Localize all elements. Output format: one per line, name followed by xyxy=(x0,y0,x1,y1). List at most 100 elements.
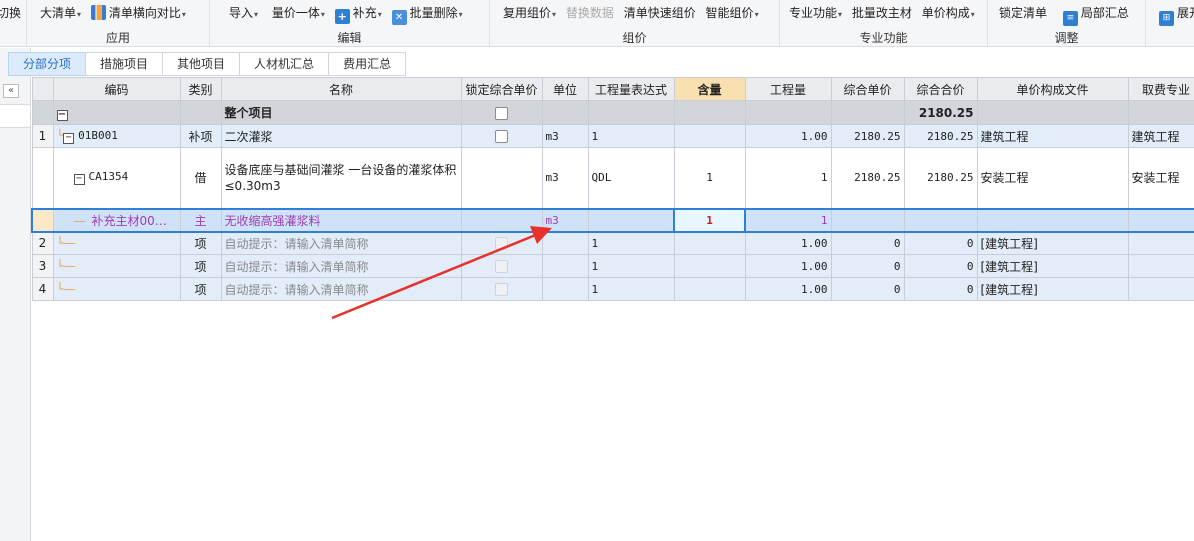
cell-type[interactable]: 项 xyxy=(179,277,222,301)
cell-expression[interactable]: 1 xyxy=(587,231,675,255)
collapse-node-icon[interactable]: − xyxy=(63,132,75,144)
table-row[interactable]: 4 └— 项 自动提示：请输入清单简称 1 1.00 0 0 [建筑工程] xyxy=(31,277,1194,301)
cell-unit[interactable] xyxy=(541,254,589,278)
lock-price-checkbox[interactable] xyxy=(495,106,508,120)
table-row[interactable]: − CA1354 借 设备底座与基础间灌浆 一台设备的灌浆体积≤0.30m3 m3… xyxy=(31,147,1194,209)
cell-unit-price: 0 xyxy=(830,277,905,301)
cell-fee-major[interactable] xyxy=(1127,231,1194,255)
cell-quantity[interactable]: 1.00 xyxy=(744,254,832,278)
cell-name[interactable]: 自动提示：请输入清单简称 xyxy=(220,254,462,278)
cell-fee-major[interactable] xyxy=(1127,207,1194,233)
cell-quantity[interactable]: 1.00 xyxy=(744,124,832,148)
cell-unit[interactable] xyxy=(541,231,589,255)
cell-pricing-file[interactable]: 安装工程 xyxy=(976,147,1129,209)
tab-sub-items[interactable]: 分部分项 xyxy=(8,52,87,76)
row-number: 2 xyxy=(31,231,54,255)
cell-pricing-file[interactable]: [建筑工程] xyxy=(976,231,1129,255)
table-row-whole-project[interactable]: − 整个项目 2180.25 xyxy=(31,100,1194,125)
cell-content-active[interactable]: 1 xyxy=(673,207,746,233)
cell-content[interactable] xyxy=(673,254,746,278)
cell-name[interactable]: 自动提示：请输入清单简称 xyxy=(220,277,462,301)
cell-type[interactable]: 补项 xyxy=(179,124,222,148)
cell-expression[interactable]: 1 xyxy=(587,124,675,148)
lock-price-checkbox[interactable] xyxy=(495,130,508,143)
cell-unit[interactable] xyxy=(541,277,589,301)
cell-expression[interactable]: QDL xyxy=(587,147,675,209)
tab-labor-material-summary[interactable]: 人材机汇总 xyxy=(239,52,330,76)
cell-name[interactable]: 无收缩高强灌浆料 xyxy=(220,207,462,233)
cell-type[interactable]: 借 xyxy=(179,147,222,209)
table-row-selected[interactable]: — 补充主材00… 主 无收缩高强灌浆料 m3 1 1 xyxy=(31,207,1194,233)
quick-list-pricing-button[interactable]: 清单快速组价 xyxy=(621,4,699,22)
cell-fee-major[interactable] xyxy=(1127,254,1194,278)
batch-delete-button[interactable]: ✕ 批量删除▾ xyxy=(389,4,466,25)
header-lock-unit-price[interactable]: 锁定综合单价 xyxy=(460,77,543,101)
header-unit[interactable]: 单位 xyxy=(541,77,589,101)
header-fee-major[interactable]: 取费专业 xyxy=(1127,77,1194,101)
collapse-node-icon[interactable]: − xyxy=(56,109,68,121)
cell-fee-major[interactable]: 建筑工程 xyxy=(1127,124,1194,148)
table-row[interactable]: 3 └— 项 自动提示：请输入清单简称 1 1.00 0 0 [建筑工程] xyxy=(31,254,1194,278)
cell-type[interactable]: 项 xyxy=(179,231,222,255)
header-composite-total-price[interactable]: 综合合价 xyxy=(903,77,978,101)
cell-name[interactable]: 设备底座与基础间灌浆 一台设备的灌浆体积≤0.30m3 xyxy=(220,147,462,209)
collapse-node-icon[interactable]: − xyxy=(73,174,85,186)
cell-quantity[interactable]: 1.00 xyxy=(744,277,832,301)
cell-expression[interactable]: 1 xyxy=(587,277,675,301)
table-row[interactable]: 2 └— 项 自动提示：请输入清单简称 1 1.00 0 0 [建筑工程] xyxy=(31,231,1194,255)
cell-unit[interactable]: m3 xyxy=(541,207,589,233)
switch-button[interactable]: 切换 xyxy=(0,4,24,22)
list-horizontal-compare-button[interactable]: 清单横向对比▾ xyxy=(88,4,189,24)
cell-unit[interactable]: m3 xyxy=(541,124,589,148)
expand-button[interactable]: ⊞展开 xyxy=(1156,4,1194,26)
professional-functions-button[interactable]: 专业功能▾ xyxy=(786,4,845,24)
cell-pricing-file[interactable]: 建筑工程 xyxy=(976,124,1129,148)
lock-price-checkbox[interactable] xyxy=(495,237,508,251)
header-type[interactable]: 类别 xyxy=(179,77,222,101)
import-button[interactable]: 导入▾ xyxy=(226,4,261,24)
partial-summary-button[interactable]: ≡ 局部汇总 xyxy=(1060,4,1132,26)
cell-type[interactable]: 主 xyxy=(179,207,222,233)
cell-quantity[interactable]: 1 xyxy=(744,147,832,209)
header-quantity-expression[interactable]: 工程量表达式 xyxy=(587,77,675,101)
supplement-button[interactable]: + 补充▾ xyxy=(332,4,385,24)
cell-name[interactable]: 二次灌浆 xyxy=(220,124,462,148)
header-content[interactable]: 含量 xyxy=(673,77,746,101)
quantity-price-button[interactable]: 量价一体▾ xyxy=(269,4,328,24)
lock-price-checkbox[interactable] xyxy=(495,260,508,273)
header-name[interactable]: 名称 xyxy=(220,77,462,101)
cell-quantity[interactable]: 1.00 xyxy=(744,231,832,255)
cell-name[interactable]: 自动提示：请输入清单简称 xyxy=(220,231,462,255)
lock-list-button[interactable]: 锁定清单 xyxy=(996,4,1050,22)
cell-type[interactable]: 项 xyxy=(179,254,222,278)
big-list-button[interactable]: 大清单▾ xyxy=(37,4,84,24)
smart-pricing-button[interactable]: 智能组价▾ xyxy=(703,4,762,24)
cell-content[interactable] xyxy=(673,277,746,301)
cell-content[interactable] xyxy=(673,231,746,255)
cell-expression[interactable]: 1 xyxy=(587,254,675,278)
lock-price-checkbox[interactable] xyxy=(495,283,508,296)
reuse-pricing-button[interactable]: 复用组价▾ xyxy=(500,4,559,24)
tab-cost-summary[interactable]: 费用汇总 xyxy=(328,52,407,76)
batch-change-main-material-button[interactable]: 批量改主材 xyxy=(849,4,915,22)
unit-price-composition-button[interactable]: 单价构成▾ xyxy=(919,4,978,24)
cell-content[interactable]: 1 xyxy=(673,147,746,209)
cell-fee-major[interactable] xyxy=(1127,277,1194,301)
header-pricing-file[interactable]: 单价构成文件 xyxy=(976,77,1129,101)
cell-expression[interactable] xyxy=(587,207,675,233)
header-composite-unit-price[interactable]: 综合单价 xyxy=(830,77,905,101)
header-quantity[interactable]: 工程量 xyxy=(744,77,832,101)
cell-fee-major[interactable]: 安装工程 xyxy=(1127,147,1194,209)
cell-quantity[interactable]: 1 xyxy=(744,207,832,233)
cell-pricing-file[interactable]: [建筑工程] xyxy=(976,254,1129,278)
cell-pricing-file[interactable] xyxy=(976,207,1129,233)
collapse-panel-icon[interactable]: « xyxy=(3,84,19,98)
cell-pricing-file[interactable]: [建筑工程] xyxy=(976,277,1129,301)
header-code[interactable]: 编码 xyxy=(52,77,181,101)
cell-unit[interactable]: m3 xyxy=(541,147,589,209)
tab-measures[interactable]: 措施项目 xyxy=(85,52,164,76)
replace-data-button[interactable]: 替换数据 xyxy=(563,4,617,22)
tab-other-items[interactable]: 其他项目 xyxy=(162,52,241,76)
cell-content[interactable] xyxy=(673,124,746,148)
table-row[interactable]: 1 └ −01B001 补项 二次灌浆 m3 1 1.00 2180.25 218… xyxy=(31,124,1194,148)
